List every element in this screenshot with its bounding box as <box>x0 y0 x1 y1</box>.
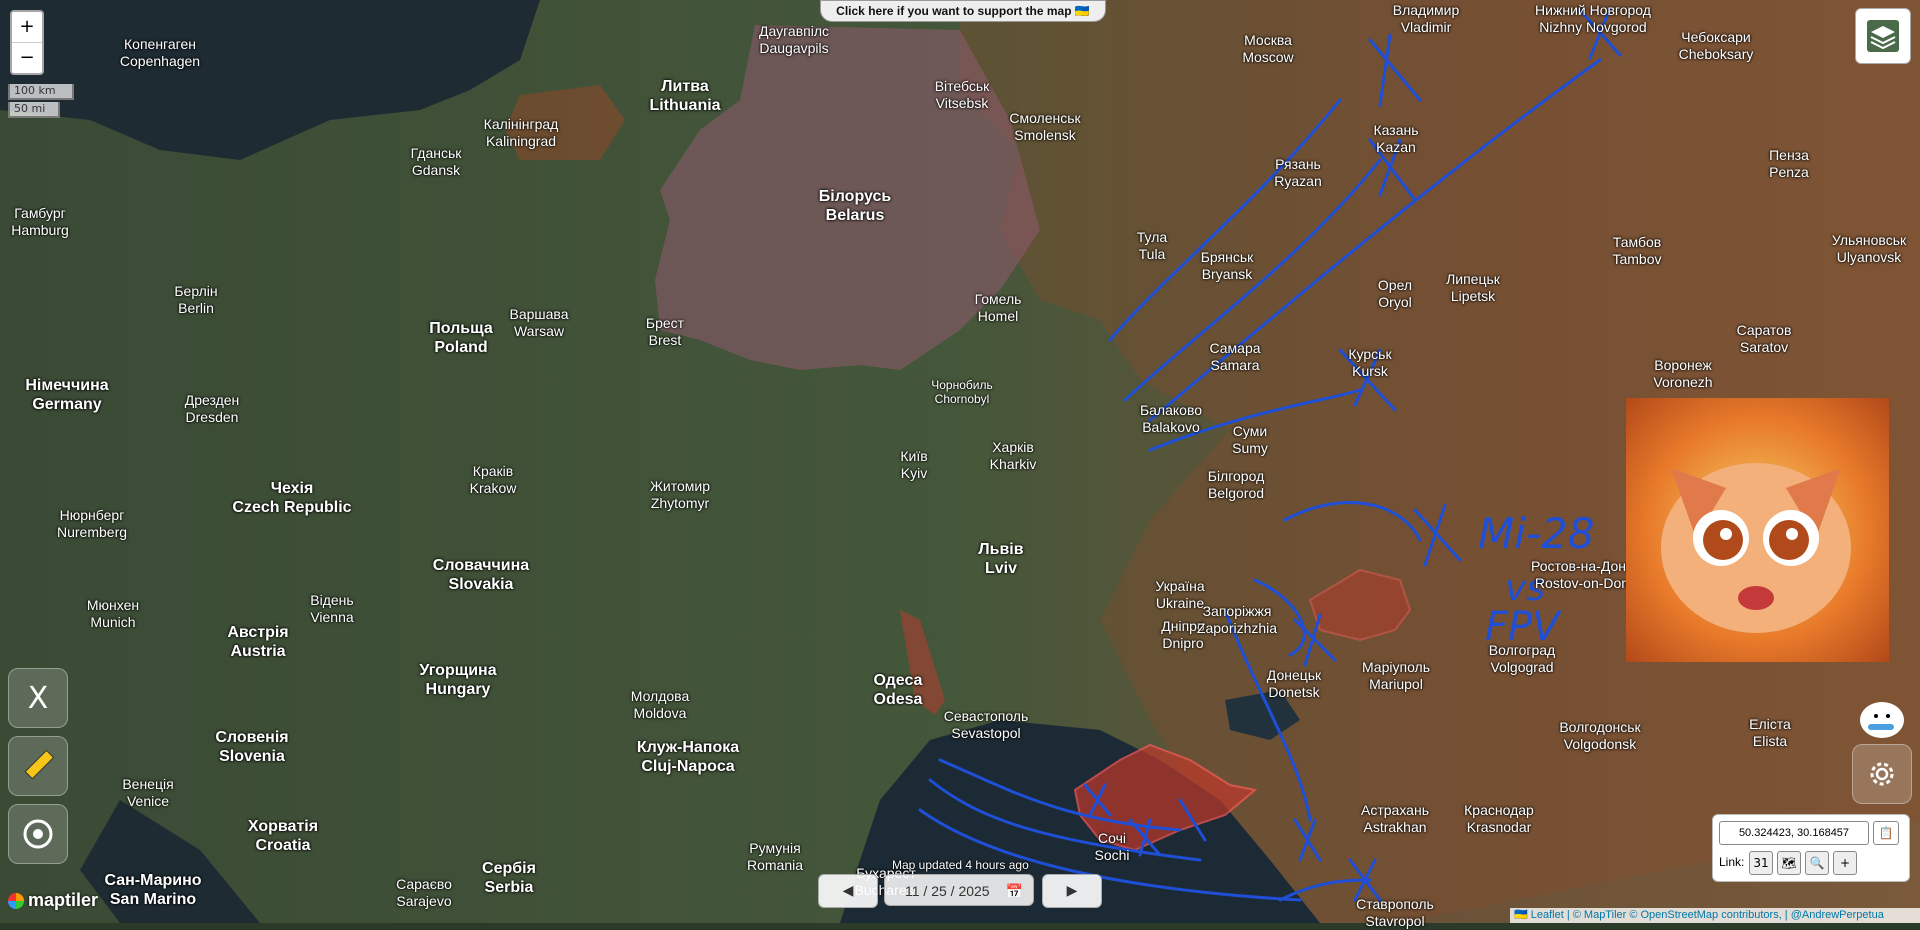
close-drawing-button[interactable]: X <box>8 668 68 728</box>
maptiler-icon <box>8 893 24 910</box>
maptiler-logo[interactable]: maptiler <box>8 890 98 911</box>
maptiler-text: maptiler <box>28 890 99 910</box>
layers-button[interactable] <box>1855 8 1911 64</box>
annotation-vs: vs <box>1505 568 1545 609</box>
gear-icon <box>1870 762 1894 786</box>
clipboard-icon: 📋 <box>1878 826 1894 840</box>
arrow-left-icon: ◀ <box>842 883 854 899</box>
crosshair-link-button[interactable]: + <box>1833 851 1857 875</box>
target-button[interactable] <box>8 804 68 864</box>
zoom-out-button[interactable]: − <box>12 42 42 73</box>
copy-button[interactable]: 📋 <box>1873 821 1899 845</box>
map-icon: 🗺 <box>1781 856 1797 870</box>
kaliningrad-region <box>505 85 625 160</box>
close-icon: X <box>27 680 49 716</box>
zoom-link-button[interactable]: 🔍 <box>1805 851 1829 875</box>
support-banner[interactable]: Click here if you want to support the ma… <box>820 0 1106 22</box>
layers-icon <box>1867 20 1899 52</box>
calendar-picker-icon: 📅 <box>1005 883 1023 899</box>
next-date-button[interactable]: ▶ <box>1042 874 1102 908</box>
ruler-icon <box>24 749 55 780</box>
settings-button[interactable] <box>1852 744 1912 804</box>
mascot-icon <box>1860 702 1904 738</box>
arrow-right-icon: ▶ <box>1066 883 1078 899</box>
coordinates-input[interactable] <box>1719 821 1869 845</box>
magnifier-icon: 🔍 <box>1809 856 1825 870</box>
link-label: Link: <box>1719 855 1745 869</box>
prev-date-button[interactable]: ◀ <box>818 874 878 908</box>
scale-km: 100 km <box>8 84 74 100</box>
zoom-control: + − <box>10 10 44 75</box>
date-value: 11 / 25 / 2025 <box>905 883 990 899</box>
annotation-fpv: FPV <box>1485 604 1562 650</box>
attribution[interactable]: 🇺🇦 Leaflet | © MapTiler © OpenStreetMap … <box>1510 908 1920 923</box>
crosshair-icon: + <box>1839 856 1851 870</box>
calendar-icon: 31 <box>1753 856 1769 870</box>
map-link-button[interactable]: 🗺 <box>1777 851 1801 875</box>
coordinates-panel: 📋 Link: 31 🗺 🔍 + <box>1712 814 1910 882</box>
annotation-mi28: Mi-28 <box>1478 509 1595 558</box>
ruler-button[interactable] <box>8 736 68 796</box>
date-navigation: ◀ 11 / 25 / 2025 📅 ▶ <box>818 874 1102 908</box>
map-updated-text: Map updated 4 hours ago <box>892 858 1029 872</box>
calendar-link-button[interactable]: 31 <box>1749 851 1773 875</box>
target-icon <box>23 819 53 849</box>
date-field[interactable]: 11 / 25 / 2025 📅 <box>884 874 1034 906</box>
scale-mi: 50 mi <box>8 102 60 118</box>
cat-illustration[interactable] <box>1626 398 1889 662</box>
zoom-in-button[interactable]: + <box>12 12 42 42</box>
